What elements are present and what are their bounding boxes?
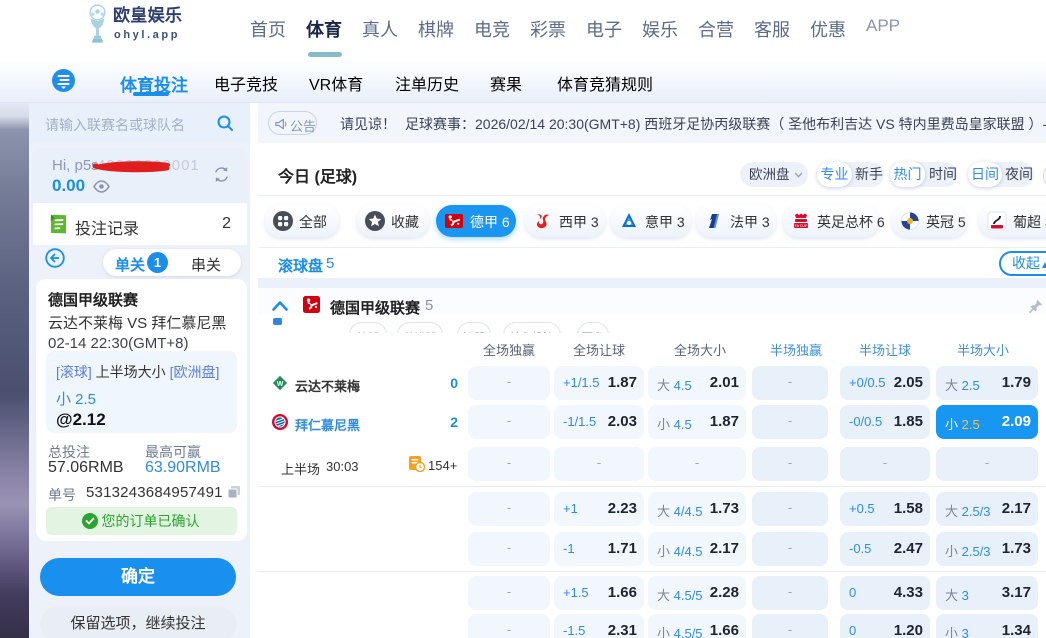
svg-text:W: W bbox=[277, 381, 284, 388]
svg-text:FA CUP: FA CUP bbox=[795, 224, 808, 228]
